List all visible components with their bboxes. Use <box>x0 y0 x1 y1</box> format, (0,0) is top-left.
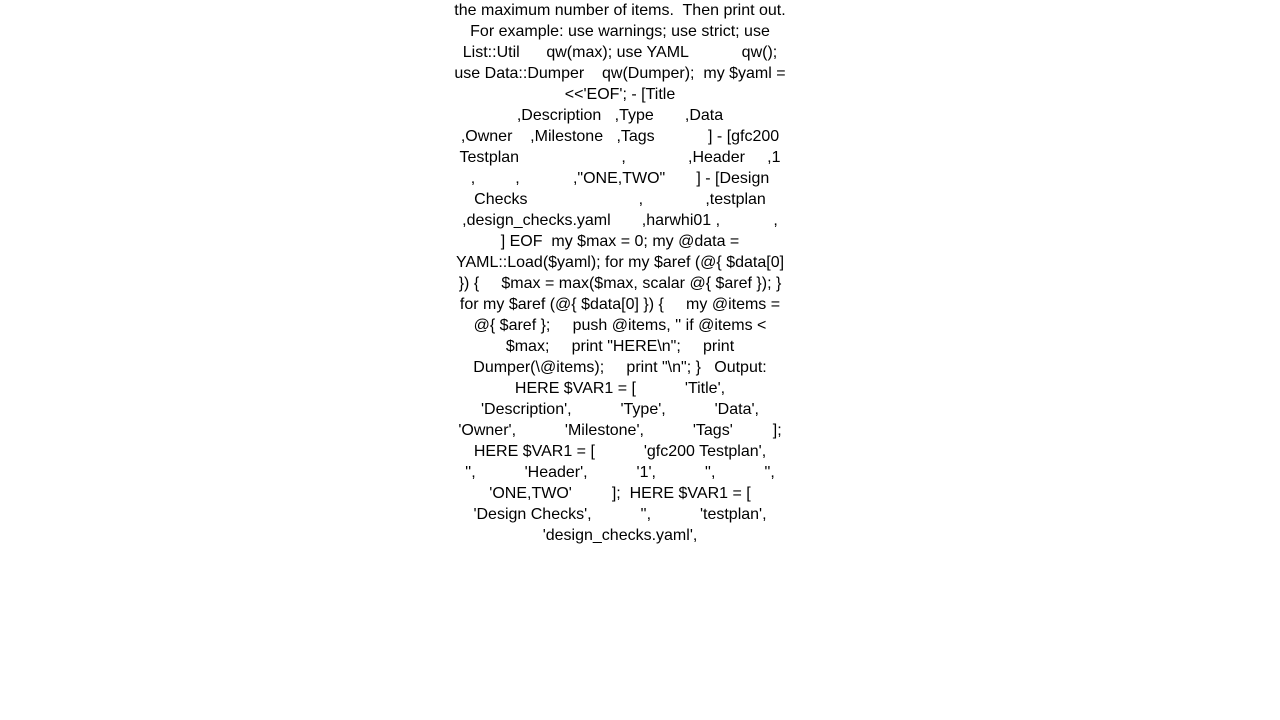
document-body-text: the maximum number of items. Then print … <box>450 0 790 546</box>
page: the maximum number of items. Then print … <box>0 0 1280 720</box>
